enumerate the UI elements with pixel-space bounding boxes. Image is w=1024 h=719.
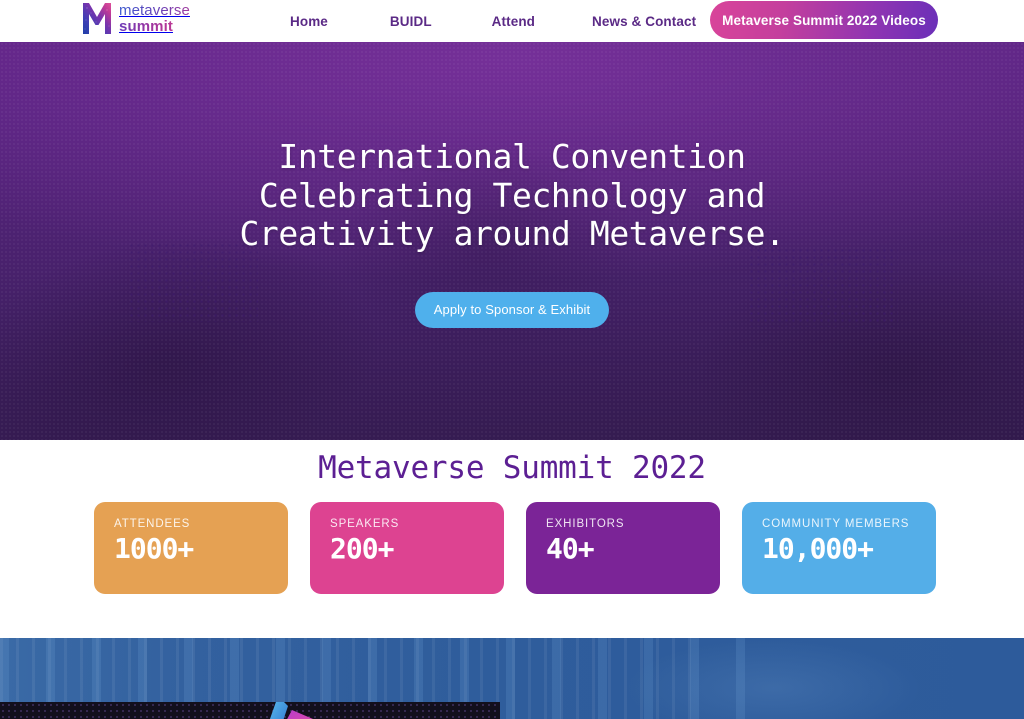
video-section	[0, 638, 1024, 719]
stat-card-value: 1000+	[114, 532, 194, 565]
stat-card-label: EXHIBITORS	[546, 518, 625, 530]
hero-title-line-2: Celebrating Technology and	[258, 175, 766, 215]
stat-card-value: 40+	[546, 532, 595, 565]
hero-title: International Convention Celebrating Tec…	[239, 137, 785, 254]
hero-content: International Convention Celebrating Tec…	[0, 42, 1024, 440]
hero-title-line-1: International Convention	[278, 137, 746, 176]
stat-card-attendees: ATTENDEES 1000+	[94, 502, 288, 594]
metaverse-summit-m-logo-icon	[83, 3, 111, 34]
nav-item-buidl[interactable]: BUIDL	[390, 14, 432, 29]
stats-section-title: Metaverse Summit 2022	[318, 450, 706, 486]
nav-item-attend[interactable]: Attend	[492, 14, 535, 29]
metaverse-summit-videos-button[interactable]: Metaverse Summit 2022 Videos	[710, 1, 938, 39]
hero-section: International Convention Celebrating Tec…	[0, 42, 1024, 440]
metaverse-summit-angular-logo-icon	[269, 702, 313, 719]
hero-title-line-3: Creativity around Metaverse.	[239, 214, 785, 254]
site-logo[interactable]: metaverse summit	[82, 1, 190, 35]
main-navigation: Home BUIDL Attend News & Contact	[290, 0, 696, 42]
stat-card-value: 200+	[330, 532, 394, 565]
stat-card-label: ATTENDEES	[114, 518, 191, 530]
stat-card-speakers: SPEAKERS 200+	[310, 502, 504, 594]
site-header: metaverse summit Home BUIDL Attend News …	[0, 0, 1024, 42]
nav-item-home[interactable]: Home	[290, 14, 328, 29]
stat-card-value: 10,000+	[762, 532, 874, 565]
stats-card-list: ATTENDEES 1000+ SPEAKERS 200+ EXHIBITORS…	[94, 502, 936, 594]
stat-card-community-members: COMMUNITY MEMBERS 10,000+	[742, 502, 936, 594]
stat-card-label: SPEAKERS	[330, 518, 400, 530]
stat-card-exhibitors: EXHIBITORS 40+	[526, 502, 720, 594]
stat-card-label: COMMUNITY MEMBERS	[762, 518, 910, 530]
apply-to-sponsor-exhibit-button[interactable]: Apply to Sponsor & Exhibit	[415, 291, 609, 328]
logo-line-metaverse: metaverse	[119, 2, 190, 19]
logo-wordmark: metaverse summit	[119, 2, 190, 34]
logo-line-summit: summit	[119, 19, 190, 34]
blue-glow	[564, 638, 984, 719]
video-thumbnail-panel[interactable]	[0, 702, 500, 719]
stats-section: Metaverse Summit 2022 ATTENDEES 1000+ SP…	[0, 440, 1024, 638]
nav-item-news-contact[interactable]: News & Contact	[592, 14, 696, 29]
